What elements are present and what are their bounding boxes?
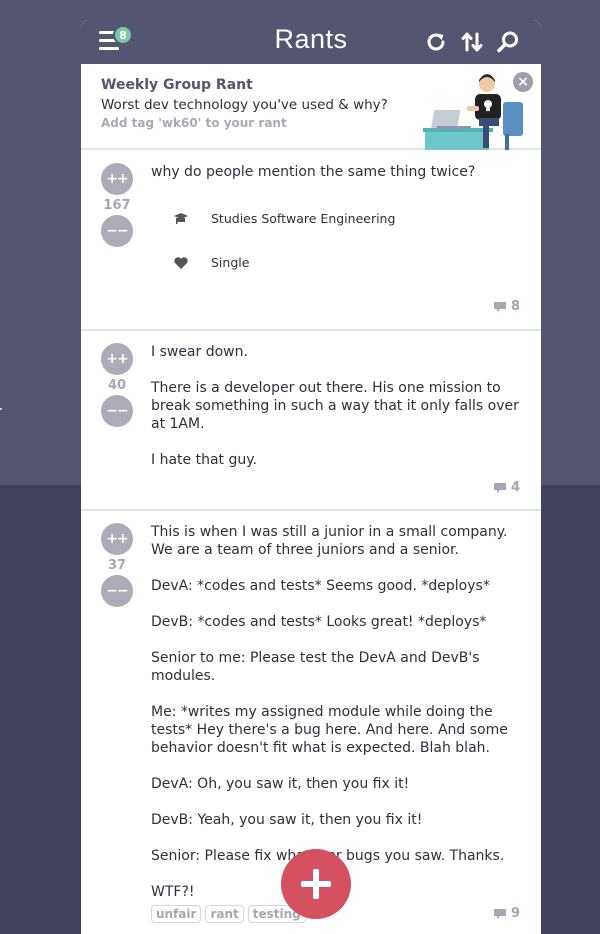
rant-body: This is when I was still a junior in a s… [151, 523, 523, 901]
downvote-button[interactable]: −− [101, 215, 133, 247]
rant-paragraph: DevB: *codes and tests* Looks great! *de… [151, 614, 487, 630]
rant-paragraph: DevA: *codes and tests* Seems good. *dep… [151, 578, 490, 594]
vote-controls: ++ 37 −− [100, 523, 134, 607]
downvote-button[interactable]: −− [101, 395, 133, 427]
heart-icon [173, 256, 189, 270]
comment-count-value: 4 [510, 480, 520, 495]
top-bar: 8 Rants [81, 20, 541, 64]
rant-paragraph: DevB: Yeah, you saw it, then you fix it! [151, 812, 423, 828]
upvote-button[interactable]: ++ [101, 523, 133, 555]
rant-paragraph: Me: *writes my assigned module while doi… [151, 704, 508, 756]
graduation-cap-icon [173, 212, 189, 226]
rant-body: I swear down. There is a developer out t… [151, 343, 523, 469]
attribute-row: Single [173, 255, 249, 270]
tag[interactable]: unfair [151, 905, 202, 923]
weekly-group-rant-banner[interactable]: Weekly Group Rant Worst dev technology y… [81, 64, 541, 150]
comment-icon [493, 482, 506, 493]
weekly-title: Weekly Group Rant [101, 77, 253, 93]
rant-score: 40 [107, 378, 127, 393]
background-dot [0, 408, 2, 410]
rant-paragraph: There is a developer out there. His one … [151, 380, 519, 432]
comment-count[interactable]: 4 [493, 480, 520, 495]
attribute-row: Studies Software Engineering [173, 211, 395, 226]
plus-icon [301, 869, 331, 899]
rant-paragraph: Senior to me: Please test the DevA and D… [151, 650, 480, 684]
add-rant-button[interactable] [281, 849, 351, 919]
attribute-text: Single [211, 255, 250, 270]
developer-illustration [423, 74, 523, 150]
rant-paragraph: This is when I was still a junior in a s… [151, 524, 508, 558]
app-window: 8 Rants Weekly Group Rant Worst dev tech… [81, 20, 541, 934]
rant-body: why do people mention the same thing twi… [151, 163, 523, 181]
search-icon[interactable] [496, 30, 520, 54]
comment-count[interactable]: 9 [493, 906, 520, 921]
refresh-icon[interactable] [424, 30, 448, 54]
downvote-button[interactable]: −− [101, 575, 133, 607]
upvote-button[interactable]: ++ [101, 163, 133, 195]
comment-icon [493, 301, 506, 312]
rant-score: 167 [103, 198, 131, 213]
comment-count-value: 8 [510, 299, 520, 314]
rant-score: 37 [107, 558, 127, 573]
rant-paragraph: I swear down. [151, 344, 248, 360]
rant-paragraph: DevA: Oh, you saw it, then you fix it! [151, 776, 410, 792]
rant-card[interactable]: ++ 40 −− I swear down. There is a develo… [81, 331, 541, 511]
tag-list: unfair rant testing [151, 905, 306, 923]
tag[interactable]: rant [205, 905, 244, 923]
vote-controls: ++ 40 −− [100, 343, 134, 427]
sort-icon[interactable] [460, 30, 484, 54]
upvote-button[interactable]: ++ [101, 343, 133, 375]
comment-icon [493, 908, 506, 919]
comment-count[interactable]: 8 [493, 299, 520, 314]
rant-paragraph: I hate that guy. [151, 452, 257, 468]
weekly-tag-hint: Add tag 'wk60' to your rant [101, 116, 287, 130]
rant-card[interactable]: ++ 167 −− why do people mention the same… [81, 150, 541, 331]
comment-count-value: 9 [510, 906, 520, 921]
rant-paragraph: why do people mention the same thing twi… [151, 164, 476, 180]
weekly-question: Worst dev technology you've used & why? [101, 97, 388, 113]
vote-controls: ++ 167 −− [100, 163, 134, 247]
close-icon[interactable]: × [513, 72, 533, 92]
attribute-text: Studies Software Engineering [211, 211, 396, 226]
